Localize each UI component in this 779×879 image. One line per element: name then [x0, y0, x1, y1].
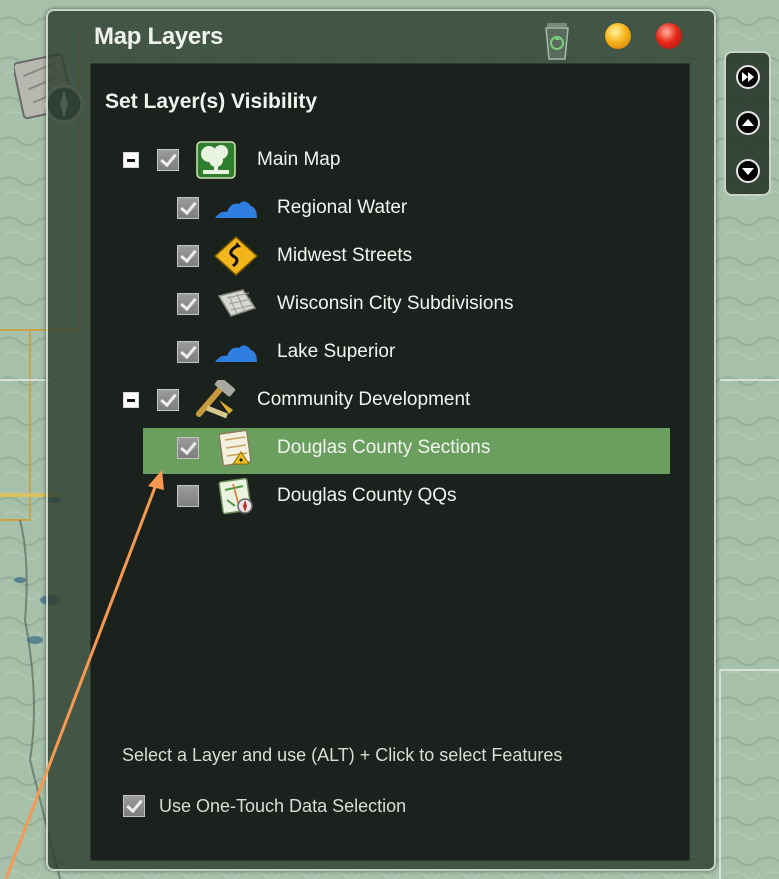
layer-label: Main Map — [257, 149, 341, 170]
layer-item-douglas-county-sections[interactable]: Douglas County Sections — [177, 425, 490, 471]
layer-item-lake-superior[interactable]: Lake Superior — [177, 329, 395, 375]
selection-hint: Select a Layer and use (ALT) + Click to … — [122, 745, 563, 765]
minimize-button[interactable] — [605, 23, 631, 49]
arrow-down-icon[interactable] — [736, 159, 760, 183]
layer-checkbox[interactable] — [157, 389, 179, 411]
main-map-icon — [196, 141, 236, 179]
layer-checkbox[interactable] — [177, 245, 199, 267]
section-heading: Set Layer(s) Visibility — [105, 90, 318, 113]
qq-map-icon — [218, 477, 253, 515]
layer-group-community-development[interactable]: Community Development — [123, 377, 470, 423]
collapse-toggle[interactable] — [123, 392, 139, 408]
water-icon — [215, 201, 257, 218]
fast-forward-icon[interactable] — [736, 65, 760, 89]
layer-label: Midwest Streets — [277, 245, 413, 266]
map-layers-panel: Map Layers Set Layer(s) Visibility Main … — [46, 9, 716, 871]
recycle-bin-icon[interactable] — [542, 19, 572, 61]
nav-strip — [724, 51, 771, 196]
panel-title: Map Layers — [94, 23, 224, 50]
layer-checkbox[interactable] — [177, 485, 199, 507]
layer-list-container: Set Layer(s) Visibility Main Map Regiona… — [90, 63, 690, 861]
layer-label: Douglas County Sections — [277, 437, 491, 458]
water-icon — [215, 345, 257, 362]
layer-item-wisconsin-city-subdivisions[interactable]: Wisconsin City Subdivisions — [177, 281, 514, 327]
one-touch-option[interactable]: Use One-Touch Data Selection — [123, 795, 406, 817]
close-button[interactable] — [656, 23, 682, 49]
layer-item-regional-water[interactable]: Regional Water — [177, 185, 407, 231]
layer-checkbox[interactable] — [177, 293, 199, 315]
layer-label: Community Development — [257, 389, 471, 410]
sections-map-icon — [218, 429, 252, 467]
development-icon — [196, 380, 236, 419]
layer-label: Wisconsin City Subdivisions — [277, 293, 514, 314]
layer-label: Douglas County QQs — [277, 485, 457, 506]
one-touch-label: Use One-Touch Data Selection — [159, 795, 407, 816]
layer-label: Regional Water — [277, 197, 408, 218]
street-sign-icon — [213, 236, 259, 276]
layer-item-douglas-county-qqs[interactable]: Douglas County QQs — [177, 473, 457, 519]
collapse-toggle[interactable] — [123, 152, 139, 168]
layer-checkbox[interactable] — [177, 341, 199, 363]
layer-label: Lake Superior — [277, 341, 396, 362]
layer-checkbox[interactable] — [157, 149, 179, 171]
layer-checkbox[interactable] — [177, 437, 199, 459]
parcel-map-icon — [217, 289, 257, 317]
one-touch-checkbox[interactable] — [123, 795, 145, 817]
layer-group-main-map[interactable]: Main Map — [123, 137, 340, 183]
layer-item-midwest-streets[interactable]: Midwest Streets — [177, 233, 412, 279]
layer-checkbox[interactable] — [177, 197, 199, 219]
arrow-up-icon[interactable] — [736, 111, 760, 135]
